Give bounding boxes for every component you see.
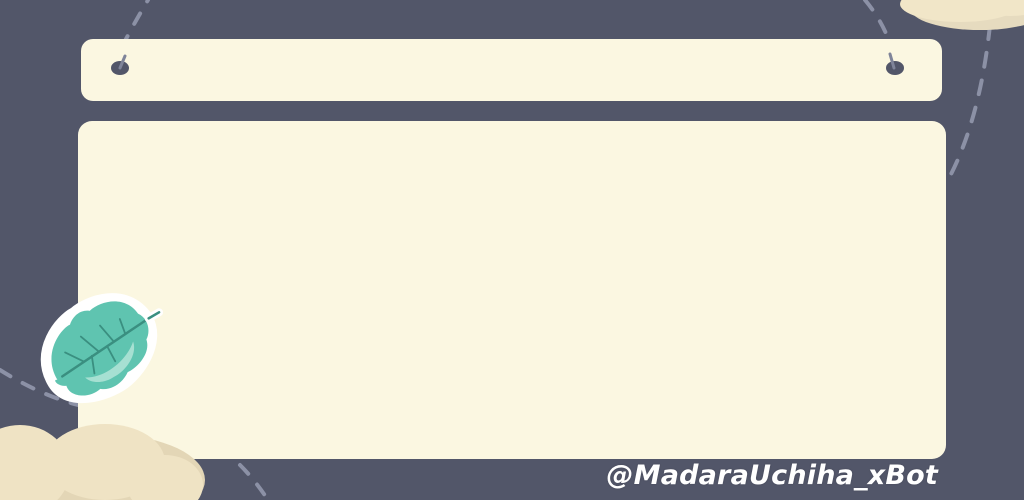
leaf-sticker-icon xyxy=(40,293,164,404)
watermark-text: @MadaraUchiha_xBot xyxy=(606,460,938,491)
